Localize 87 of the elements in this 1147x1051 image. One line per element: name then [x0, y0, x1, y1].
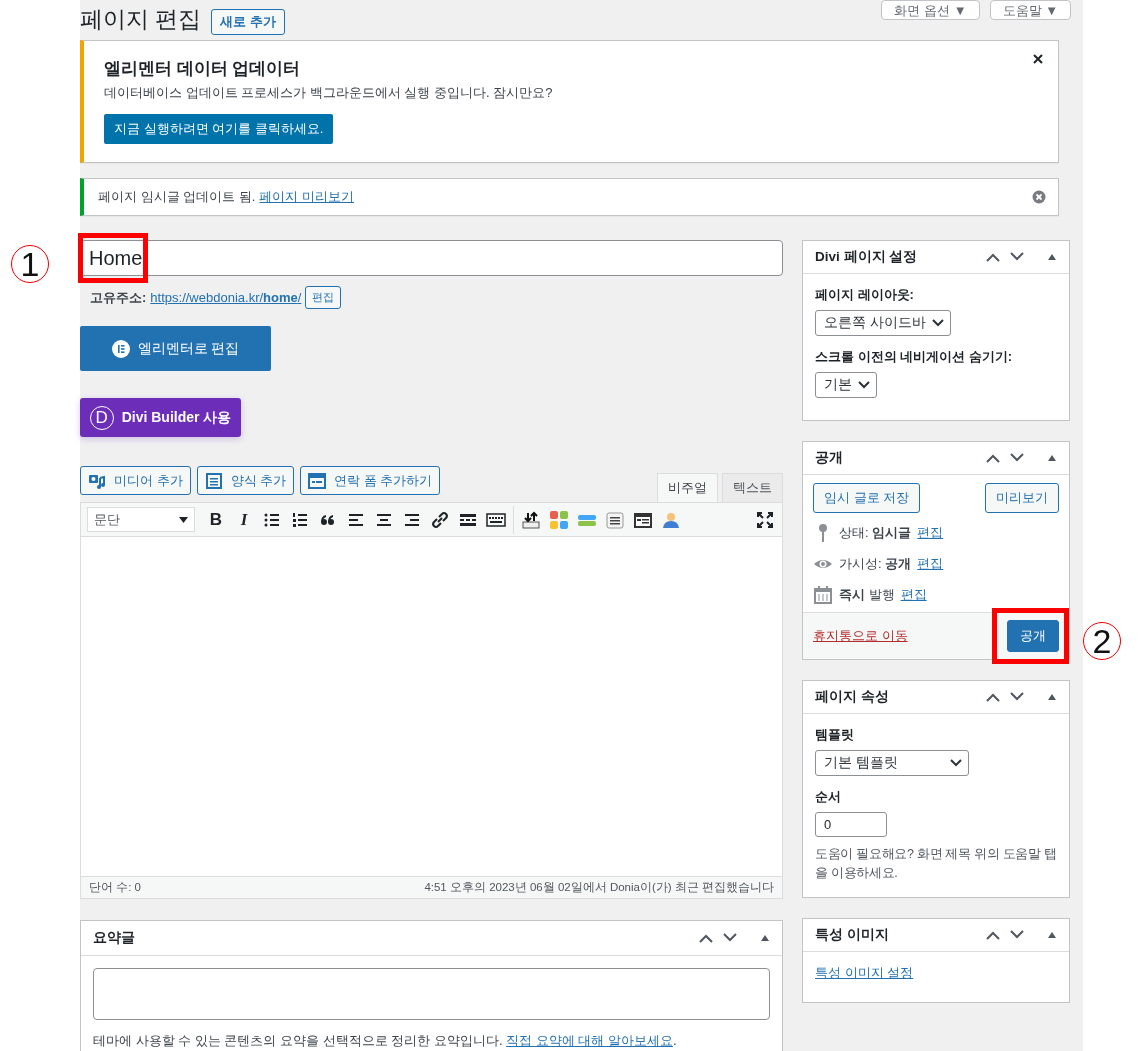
template-select[interactable]: 기본 템플릿 — [815, 750, 969, 776]
notice-message: 데이터베이스 업데이트 프로세스가 백그라운드에서 실행 중입니다. 잠시만요? — [104, 84, 554, 102]
move-down-icon[interactable] — [1009, 929, 1025, 940]
preview-button[interactable]: 미리보기 — [985, 483, 1059, 513]
run-update-button[interactable]: 지금 실행하려면 여기를 클릭하세요. — [104, 114, 334, 144]
bold-button[interactable]: B — [205, 509, 227, 530]
move-down-icon[interactable] — [1009, 692, 1025, 702]
close-icon[interactable] — [1032, 53, 1044, 65]
excerpt-field[interactable] — [93, 968, 770, 1020]
box-title: 공개 — [815, 449, 843, 467]
collapse-icon[interactable] — [1047, 454, 1057, 462]
italic-button[interactable]: I — [233, 509, 255, 530]
move-down-icon[interactable] — [722, 933, 738, 943]
highlight-frame — [78, 233, 148, 283]
pin-icon — [819, 523, 827, 542]
format-select[interactable]: 문단 — [87, 507, 195, 532]
dropdown-arrow-icon — [179, 516, 188, 523]
calendar-icon — [813, 584, 833, 605]
move-up-icon[interactable] — [985, 453, 1001, 463]
permalink-label: 고유주소: — [90, 288, 147, 307]
editor-tab[interactable]: 비주얼 — [657, 473, 718, 502]
add-media-button[interactable]: 양식 추가 — [196, 466, 295, 495]
box-title: 페이지 속성 — [815, 688, 889, 706]
field-label: 스크롤 이전의 네비게이션 숨기기: — [815, 348, 1013, 366]
edit-link[interactable]: 편집 — [917, 554, 944, 573]
collapse-icon[interactable] — [760, 934, 770, 942]
move-up-icon[interactable] — [985, 252, 1001, 262]
collapse-icon[interactable] — [1047, 930, 1057, 939]
field-label: 페이지 레이아웃: — [815, 286, 914, 304]
edit-link[interactable]: 편집 — [917, 523, 944, 542]
add-media-button[interactable]: 연락 폼 추가하기 — [300, 466, 441, 495]
visibility-text: 가시성: 공개 — [839, 554, 912, 573]
select-field[interactable]: 기본 — [815, 372, 877, 398]
fullscreen-icon[interactable] — [754, 509, 776, 530]
move-up-icon[interactable] — [985, 929, 1001, 940]
word-count: 단어 수: 0 — [89, 880, 141, 895]
help-button[interactable]: 도움말 ▼ — [989, 0, 1071, 20]
notice-title: 엘리멘터 데이터 업데이터 — [104, 58, 302, 80]
divi-builder-button[interactable]: D Divi Builder 사용 — [80, 398, 241, 437]
elementor-icon — [111, 339, 130, 358]
move-down-icon[interactable] — [1009, 252, 1025, 262]
order-field[interactable]: 0 — [815, 812, 887, 837]
annotation-number: 2 — [1083, 622, 1121, 660]
chevron-down-icon — [858, 381, 870, 389]
color-blocks-icon[interactable] — [548, 509, 570, 530]
add-media-button[interactable]: 미디어 추가 — [80, 466, 191, 495]
notice-message: 페이지 임시글 업데이트 됨. — [98, 188, 256, 206]
select-field[interactable]: 오른쪽 사이드바 — [815, 310, 951, 336]
trash-link[interactable]: 휴지통으로 이동 — [813, 627, 908, 645]
contact-form-icon — [308, 472, 327, 489]
edit-link[interactable]: 편집 — [900, 585, 927, 604]
title-field[interactable]: Home — [80, 240, 783, 276]
upload-icon[interactable] — [520, 509, 542, 530]
chevron-down-icon — [950, 759, 962, 767]
box-title: 요약글 — [93, 929, 135, 947]
page-title: 페이지 편집 — [80, 5, 202, 34]
field-label: 순서 — [815, 788, 841, 806]
permalink-link[interactable]: https://webdonia.kr/home/ — [150, 290, 302, 305]
box-title: 특성 이미지 — [815, 925, 889, 944]
box-title: Divi 페이지 설정 — [815, 248, 918, 266]
field-label: 템플릿 — [815, 726, 854, 744]
last-edited-text: 4:51 오후의 2023년 06월 02일에서 Donia이(가) 최근 편집했습니다 — [424, 880, 774, 895]
link-icon[interactable] — [429, 509, 451, 530]
list-box-icon[interactable] — [604, 509, 626, 530]
collapse-icon[interactable] — [1047, 693, 1057, 701]
publish-button[interactable]: 공개 — [1007, 620, 1059, 652]
dismiss-icon[interactable] — [1032, 190, 1046, 204]
preview-link[interactable]: 페이지 미리보기 — [259, 188, 355, 206]
chevron-down-icon — [931, 319, 944, 327]
annotation-number: 1 — [11, 245, 49, 283]
excerpt-help-text: 테마에 사용할 수 있는 콘텐츠의 요약을 선택적으로 정리한 요약입니다. 직접 요약에 대해 알아보세요. — [93, 1032, 678, 1050]
collapse-icon[interactable] — [1047, 253, 1057, 261]
editor-tab[interactable]: 텍스트 — [722, 473, 783, 502]
learn-more-link[interactable]: 직접 요약에 대해 알아보세요 — [506, 1033, 673, 1048]
publish-time-text: 즉시 발행 — [839, 585, 895, 604]
elementor-edit-button[interactable]: 엘리멘터로 편집 — [80, 326, 271, 371]
move-up-icon[interactable] — [698, 933, 714, 943]
set-featured-image-link[interactable]: 특성 이미지 설정 — [815, 964, 914, 980]
edit-button[interactable]: 편집 — [305, 286, 342, 309]
save-draft-button[interactable]: 임시 글로 저장 — [813, 483, 921, 513]
add-new-button[interactable]: 새로 추가 — [211, 9, 285, 35]
move-down-icon[interactable] — [1009, 453, 1025, 463]
status-text: 상태: 임시글 — [839, 523, 912, 542]
form-icon — [204, 471, 223, 490]
screen-options-button[interactable]: 화면 옵션 ▼ — [881, 0, 980, 20]
help-text: 도움이 필요해요? 화면 제목 위의 도움말 탭을 이용하세요. — [815, 846, 1057, 882]
move-up-icon[interactable] — [985, 692, 1001, 702]
